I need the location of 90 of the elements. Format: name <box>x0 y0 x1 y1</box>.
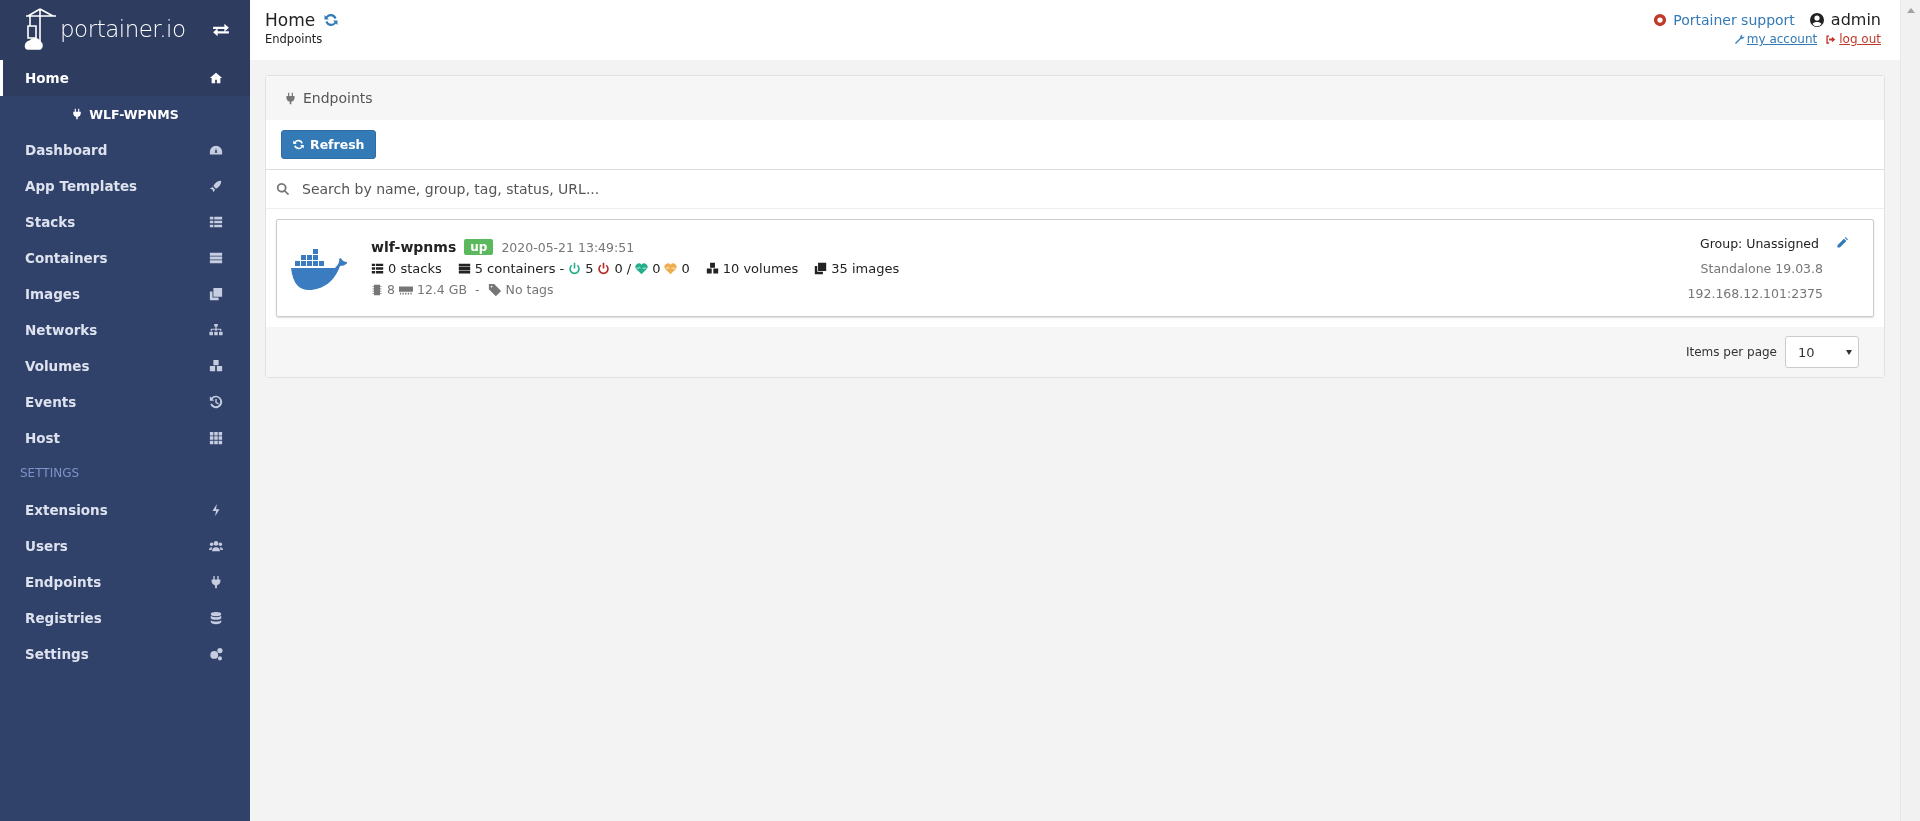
cubes-icon <box>705 262 719 275</box>
sidebar-item[interactable]: Stacks <box>0 204 250 240</box>
sidebar-item[interactable]: Volumes <box>0 348 250 384</box>
sidebar-item[interactable]: Host <box>0 420 250 456</box>
endpoint-label: WLF-WPNMS <box>89 106 179 122</box>
sign-out-icon <box>1825 33 1837 45</box>
support-link[interactable]: Portainer support <box>1653 11 1795 28</box>
database-icon <box>209 611 223 625</box>
cubes-icon <box>209 359 223 373</box>
sidebar-item[interactable]: Containers <box>0 240 250 276</box>
search-field[interactable]: Search by name, group, tag, status, URL... <box>300 173 1874 205</box>
chip-icon <box>371 283 383 296</box>
caret-icon <box>1846 349 1852 355</box>
endpoint-card[interactable]: wlf-wpnms up 2020-05-21 13:49:51 0 stacks 5 containers - 5 0 / 0 0 10 volumes 35 images 8 12.4 GB - No tags Group: Unassigned Standalone 19.03.8 192.168.12.101:2375 <box>276 219 1874 317</box>
wrench-icon <box>1733 33 1745 45</box>
plug-icon <box>209 575 223 589</box>
list-icon <box>209 215 223 229</box>
heartbeat-icon <box>664 262 678 275</box>
server-icon <box>209 251 223 265</box>
refresh-button[interactable]: Refresh <box>281 130 376 159</box>
sidebar-item[interactable]: Dashboard <box>0 132 250 168</box>
sidebar-item[interactable]: Home <box>0 60 250 96</box>
panel-title: Endpoints <box>303 90 373 106</box>
section-title: SETTINGS <box>19 465 81 482</box>
pencil-icon <box>1835 236 1848 250</box>
plug-icon <box>284 91 297 105</box>
username: admin <box>1830 10 1881 29</box>
running-count: 5 <box>585 261 594 276</box>
history-icon <box>209 395 223 409</box>
containers-count: 5 containers <box>474 261 556 276</box>
volumes-count: 10 volumes <box>722 261 799 276</box>
images-count: 35 images <box>831 261 900 276</box>
tags-label: No tags <box>505 282 554 297</box>
items-per-page-label: Items per page <box>1685 345 1777 359</box>
crane-logo-icon <box>24 8 58 52</box>
hierarchy-icon <box>209 323 223 337</box>
power-icon <box>568 262 582 275</box>
cpu-count: 8 <box>387 282 395 297</box>
search-icon <box>276 182 290 196</box>
sidebar-item[interactable]: Endpoints <box>0 564 250 600</box>
server-icon <box>457 262 471 275</box>
grid-icon <box>209 431 223 445</box>
breadcrumb: Endpoints <box>265 32 324 46</box>
scrollbar[interactable] <box>1900 0 1920 821</box>
logout-link[interactable]: log out <box>1825 32 1881 46</box>
users-icon <box>209 539 223 553</box>
status-badge: up <box>464 239 494 255</box>
separator: - <box>475 282 480 297</box>
stopped-count: 0 <box>614 261 623 276</box>
sidebar-item[interactable]: Registries <box>0 600 250 636</box>
timestamp: 2020-05-21 13:49:51 <box>501 239 635 255</box>
endpoint-url: 192.168.12.101:2375 <box>1687 285 1823 301</box>
tag-icon <box>487 282 502 297</box>
rocket-icon <box>209 179 223 193</box>
heartbeat-icon <box>635 262 649 275</box>
engine-type: Standalone 19.03.8 <box>1700 260 1823 276</box>
refresh-icon <box>292 138 305 151</box>
stacked-squares-icon <box>814 262 828 275</box>
logo-text: portainer.io <box>60 16 186 42</box>
scroll-up-arrow-icon <box>1906 8 1915 13</box>
swap-arrows-icon <box>212 21 230 39</box>
sidebar-item[interactable]: Extensions <box>0 492 250 528</box>
endpoint-name: wlf-wpnms <box>371 239 457 255</box>
stacked-squares-icon <box>209 287 223 301</box>
power-icon <box>597 262 611 275</box>
lifebuoy-icon <box>1653 12 1668 27</box>
refresh-icon <box>323 12 340 28</box>
whale-icon <box>289 248 347 292</box>
sidebar-toggle-button[interactable] <box>212 21 230 39</box>
separator: - <box>559 261 565 276</box>
healthy-count: 0 <box>652 261 661 276</box>
group-label: Group: Unassigned <box>1700 235 1819 251</box>
list-icon <box>371 262 384 275</box>
plug-icon <box>71 108 84 120</box>
unhealthy-count: 0 <box>681 261 690 276</box>
sidebar-item[interactable]: Images <box>0 276 250 312</box>
items-per-page-select[interactable]: 10 <box>1785 336 1859 368</box>
house-icon <box>209 71 223 85</box>
separator: / <box>626 261 632 276</box>
sidebar-item[interactable]: Settings <box>0 636 250 672</box>
sidebar-item[interactable]: App Templates <box>0 168 250 204</box>
sidebar-item[interactable]: Networks <box>0 312 250 348</box>
sidebar-item[interactable]: Events <box>0 384 250 420</box>
page-title: Home <box>265 10 316 30</box>
gauge-icon <box>209 143 223 157</box>
sidebar-item[interactable]: Users <box>0 528 250 564</box>
stacks-count: 0 stacks <box>388 261 442 276</box>
user-icon <box>1808 11 1825 28</box>
memory-size: 12.4 GB <box>416 282 468 297</box>
account-link[interactable]: my account <box>1733 32 1818 46</box>
